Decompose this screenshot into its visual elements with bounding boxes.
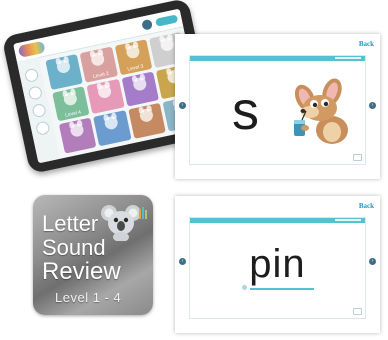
prev-arrow-icon[interactable]: ‹ <box>179 258 186 265</box>
level-tile[interactable] <box>86 78 125 115</box>
blend-start-dot <box>242 285 247 290</box>
fullscreen-icon[interactable] <box>353 154 362 161</box>
progress-bar <box>190 56 365 61</box>
fullscreen-icon[interactable] <box>353 308 362 315</box>
sidebar-home-icon[interactable] <box>23 67 40 84</box>
sidebar-progress-icon[interactable] <box>31 102 47 119</box>
character-icon <box>124 44 141 60</box>
badge-title-line-1: Letter <box>42 211 99 236</box>
character-icon <box>97 83 113 99</box>
level-tile[interactable] <box>58 117 97 154</box>
koala-icon <box>101 205 141 241</box>
user-avatar-icon[interactable] <box>141 18 154 31</box>
word-card: Back pin ‹ › <box>175 196 380 333</box>
character-icon <box>62 90 79 107</box>
character-icon <box>138 108 154 124</box>
level-tile[interactable] <box>121 71 159 107</box>
flashcard-panel: pin <box>189 217 366 319</box>
level-tile[interactable] <box>45 53 84 90</box>
level-tile[interactable] <box>127 103 166 139</box>
sidebar-levels-icon[interactable] <box>27 85 44 101</box>
character-icon <box>55 58 72 75</box>
letter-card: Back s ‹ › <box>175 34 380 179</box>
level-tile-label: Level 3 <box>126 63 144 73</box>
character-icon <box>103 115 120 131</box>
flashcard-word: pin <box>249 242 306 286</box>
header-button[interactable] <box>155 14 179 27</box>
next-arrow-icon[interactable]: › <box>369 258 376 265</box>
app-logo <box>17 40 46 58</box>
level-tile-label: Level 2 <box>92 70 110 80</box>
level-tile[interactable]: Level 4 <box>52 85 90 122</box>
next-arrow-icon[interactable]: › <box>369 102 376 109</box>
badge-title-line-3: Review <box>42 258 121 285</box>
kangaroo-illustration <box>294 78 348 144</box>
character-icon <box>90 51 106 67</box>
level-tile[interactable] <box>93 110 132 147</box>
back-link[interactable]: Back <box>359 202 374 210</box>
level-tile[interactable]: Level 3 <box>114 39 153 76</box>
sidebar-settings-icon[interactable] <box>35 120 51 136</box>
back-link[interactable]: Back <box>359 40 374 48</box>
character-icon <box>159 36 175 53</box>
blend-line <box>250 288 314 290</box>
level-tile-label: Level 4 <box>64 109 82 119</box>
progress-bar <box>190 218 365 223</box>
sparkle-icon <box>139 207 147 219</box>
flashcard-letter: s <box>232 81 259 141</box>
flashcard-panel: s <box>189 55 366 165</box>
level-tile[interactable]: Level 2 <box>79 46 118 83</box>
character-icon <box>131 76 148 92</box>
prev-arrow-icon[interactable]: ‹ <box>179 102 186 109</box>
badge-level-range: Level 1 - 4 <box>55 290 122 305</box>
character-icon <box>69 122 85 139</box>
app-badge: Letter Sound Review Level 1 - 4 <box>33 195 153 315</box>
